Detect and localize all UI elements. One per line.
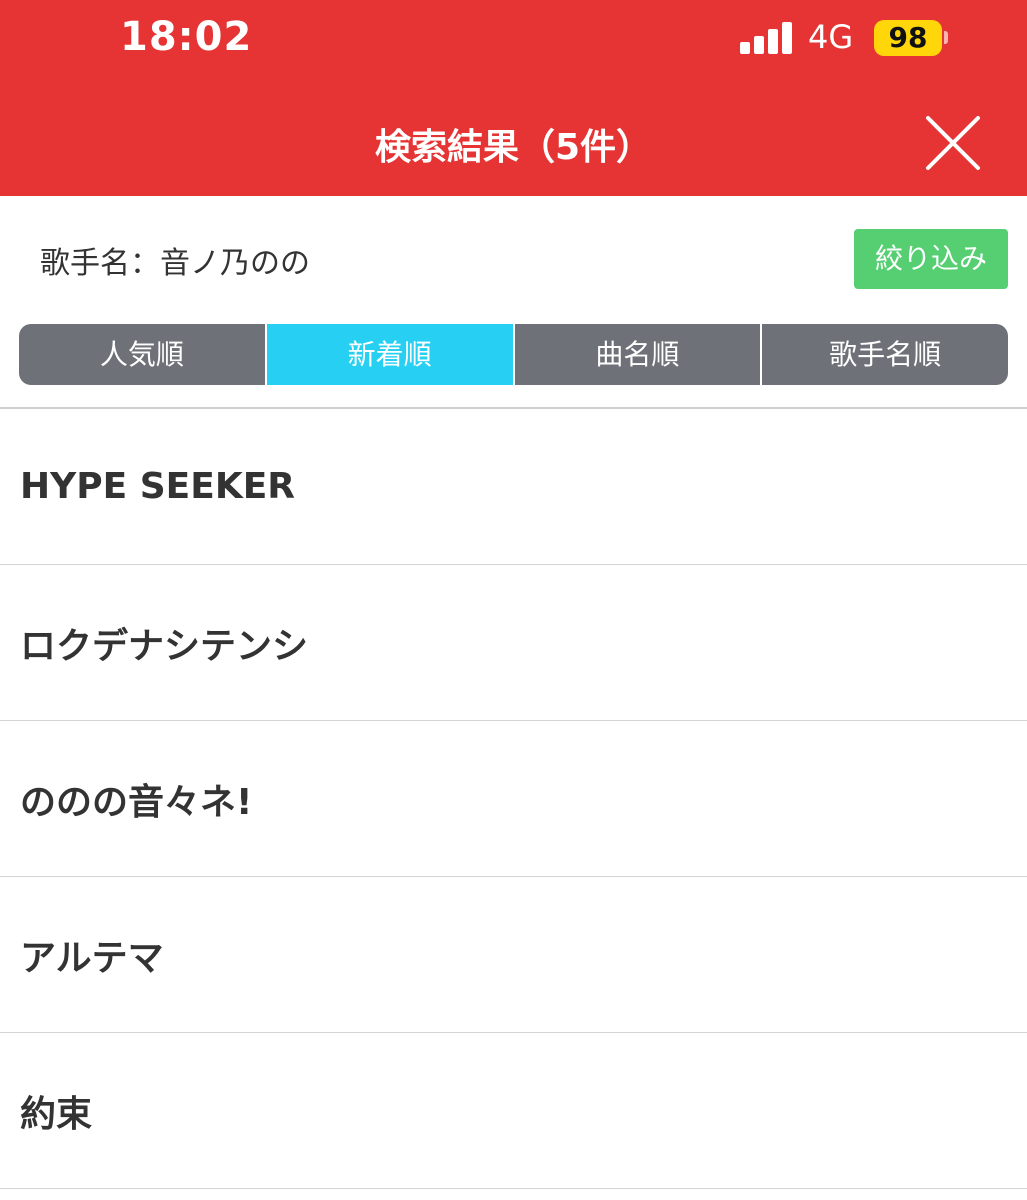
app-header: 18:02 4G 98 検索結果（5件） <box>0 0 1027 196</box>
status-time: 18:02 <box>120 14 253 60</box>
tab-singer-name[interactable]: 歌手名順 <box>760 324 1008 385</box>
list-item[interactable]: アルテマ <box>0 877 1027 1033</box>
tab-popular[interactable]: 人気順 <box>19 324 265 385</box>
sort-tabs: 人気順 新着順 曲名順 歌手名順 <box>19 324 1008 385</box>
close-icon <box>926 116 980 170</box>
list-item[interactable]: ののの音々ネ! <box>0 721 1027 877</box>
page-title: 検索結果（5件） <box>374 127 653 168</box>
battery-tip <box>944 31 948 44</box>
tab-newest[interactable]: 新着順 <box>264 324 513 385</box>
battery-icon: 98 <box>874 20 942 56</box>
signal-icon <box>740 22 794 54</box>
tab-song-name[interactable]: 曲名順 <box>512 324 761 385</box>
list-item[interactable]: 約束 <box>0 1033 1027 1189</box>
close-button[interactable] <box>918 108 988 178</box>
singer-filter-label: 歌手名：音ノ乃のの <box>40 246 310 281</box>
list-item[interactable]: ロクデナシテンシ <box>0 565 1027 721</box>
result-list: HYPE SEEKER ロクデナシテンシ ののの音々ネ! アルテマ 約束 <box>0 409 1027 1189</box>
battery-level: 98 <box>888 21 928 54</box>
network-type: 4G <box>808 18 854 56</box>
list-item[interactable]: HYPE SEEKER <box>0 409 1027 565</box>
filter-button[interactable]: 絞り込み <box>854 229 1008 289</box>
